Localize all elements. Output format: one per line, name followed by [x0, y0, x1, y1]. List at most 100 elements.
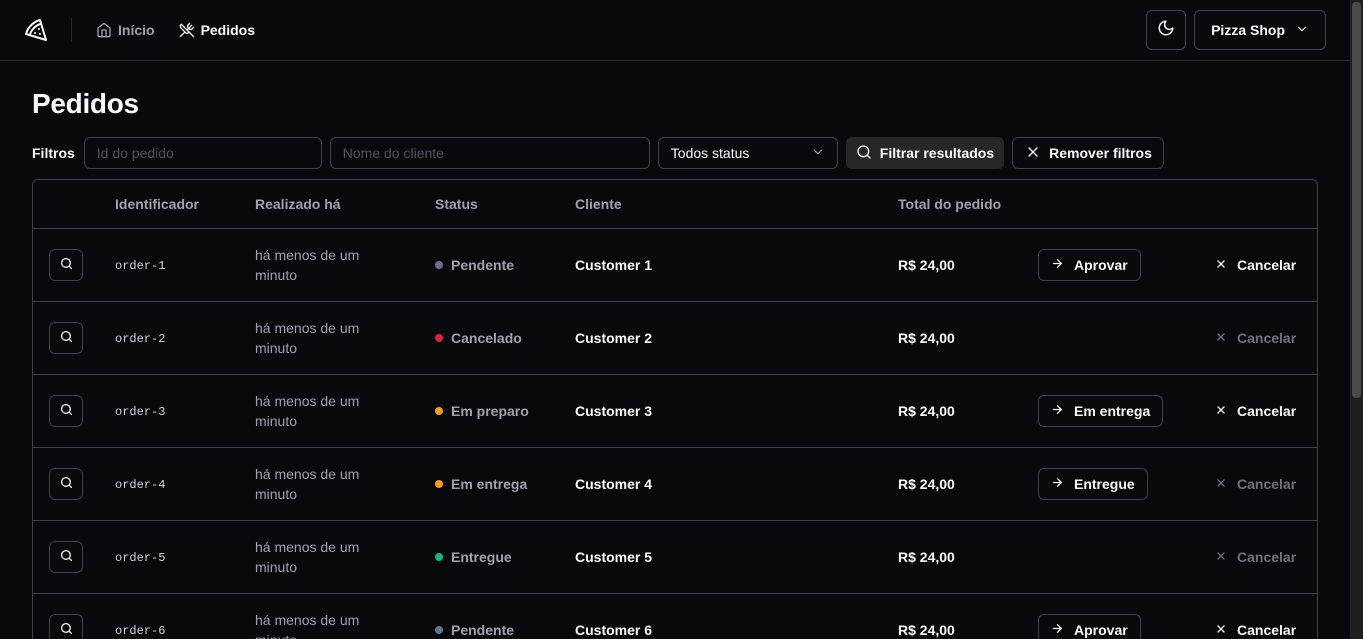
nav-link-pedidos[interactable]: Pedidos	[179, 22, 255, 38]
close-icon	[1215, 330, 1227, 346]
status-dot	[435, 260, 443, 269]
search-icon	[60, 330, 73, 346]
filter-results-button[interactable]: Filtrar resultados	[845, 137, 1005, 169]
advance-order-label: Aprovar	[1074, 256, 1128, 273]
order-details-button[interactable]	[49, 540, 83, 573]
order-total: R$ 24,00	[898, 621, 955, 638]
shop-name: Pizza Shop	[1211, 22, 1285, 38]
orders-table-container: Identificador Realizado há Status Client…	[32, 179, 1318, 639]
advance-order-button[interactable]: Aprovar	[1038, 248, 1141, 281]
order-id-input[interactable]	[83, 137, 322, 169]
customer-name: Customer 3	[575, 402, 653, 419]
order-total: R$ 24,00	[898, 548, 955, 565]
header-total: Total do pedido	[898, 195, 1002, 212]
search-icon	[60, 257, 73, 273]
order-time: há menos de um minuto	[255, 392, 360, 429]
header-identifier: Identificador	[115, 195, 200, 212]
close-icon	[1215, 476, 1227, 492]
order-details-button[interactable]	[49, 248, 83, 281]
clear-filters-button[interactable]: Remover filtros	[1012, 137, 1164, 169]
status-label: Pendente	[451, 256, 515, 273]
clear-filters-label: Remover filtros	[1049, 145, 1152, 161]
advance-order-label: Entregue	[1074, 475, 1135, 492]
order-details-button[interactable]	[49, 613, 83, 639]
search-icon	[60, 622, 73, 638]
table-header-row: Identificador Realizado há Status Client…	[33, 180, 1317, 228]
table-row: order-1 há menos de um minuto Pendente Cust…	[33, 228, 1317, 301]
page-scrollbar[interactable]	[1350, 0, 1363, 639]
advance-order-label: Em entrega	[1074, 402, 1151, 419]
main-nav: Início Pedidos	[96, 22, 255, 38]
table-row: order-4 há menos de um minuto Em entrega Cu…	[33, 447, 1317, 520]
cancel-order-label: Cancelar	[1237, 475, 1297, 492]
orders-table-body: order-1 há menos de um minuto Pendente Cust…	[33, 228, 1317, 639]
header-status: Status	[435, 195, 478, 212]
cancel-order-button[interactable]: Cancelar	[1215, 257, 1296, 273]
order-id: order-1	[115, 259, 166, 273]
order-status: Pendente	[435, 257, 575, 273]
nav-link-inicio[interactable]: Início	[96, 22, 155, 38]
status-select[interactable]: Todos status	[657, 137, 838, 169]
filters-label: Filtros	[32, 145, 75, 161]
shop-menu-button[interactable]: Pizza Shop	[1194, 10, 1326, 50]
status-label: Em entrega	[451, 475, 528, 492]
advance-order-button[interactable]: Aprovar	[1038, 613, 1141, 639]
advance-order-button[interactable]: Entregue	[1038, 467, 1148, 500]
cancel-order-label: Cancelar	[1237, 256, 1297, 273]
order-time: há menos de um minuto	[255, 611, 360, 639]
cancel-order-label: Cancelar	[1237, 548, 1297, 565]
status-label: Entregue	[451, 548, 512, 565]
cancel-order-label: Cancelar	[1237, 329, 1297, 346]
top-header: Início Pedidos Pizza Shop	[0, 0, 1350, 61]
status-dot	[435, 625, 443, 634]
order-id: order-5	[115, 551, 166, 565]
moon-icon	[1157, 19, 1175, 42]
table-row: order-5 há menos de um minuto Entregue Cust…	[33, 520, 1317, 593]
search-icon	[856, 144, 872, 163]
close-icon	[1215, 622, 1227, 638]
search-icon	[60, 549, 73, 565]
order-status: Em preparo	[435, 403, 575, 419]
customer-name: Customer 5	[575, 548, 653, 565]
scrollbar-thumb[interactable]	[1352, 2, 1361, 398]
order-status: Entregue	[435, 549, 575, 565]
cancel-order-button[interactable]: Cancelar	[1215, 549, 1296, 565]
filters-bar: Filtros Todos status Filtrar resultados	[32, 137, 1318, 169]
theme-toggle-button[interactable]	[1146, 10, 1187, 50]
table-row: order-2 há menos de um minuto Cancelado Cus…	[33, 301, 1317, 374]
main-content: Pedidos Filtros Todos status Filtrar res…	[32, 61, 1318, 639]
cancel-order-button[interactable]: Cancelar	[1215, 403, 1296, 419]
nav-label-pedidos: Pedidos	[200, 22, 256, 38]
cancel-order-button[interactable]: Cancelar	[1215, 622, 1296, 638]
order-status: Pendente	[435, 622, 575, 638]
cancel-order-button[interactable]: Cancelar	[1215, 476, 1296, 492]
cancel-order-label: Cancelar	[1237, 402, 1297, 419]
filter-results-label: Filtrar resultados	[879, 145, 995, 161]
close-icon	[1025, 144, 1041, 163]
order-details-button[interactable]	[49, 394, 83, 427]
customer-name-input[interactable]	[329, 137, 650, 169]
search-icon	[60, 403, 73, 419]
arrow-right-icon	[1051, 403, 1064, 419]
chevron-down-icon	[1295, 22, 1309, 39]
header-separator	[71, 18, 72, 42]
customer-name: Customer 6	[575, 621, 653, 638]
order-total: R$ 24,00	[898, 475, 955, 492]
close-icon	[1215, 549, 1227, 565]
arrow-right-icon	[1051, 257, 1064, 273]
order-time: há menos de um minuto	[255, 465, 360, 502]
order-details-button[interactable]	[49, 467, 83, 500]
advance-order-button[interactable]: Em entrega	[1038, 394, 1164, 427]
status-label: Pendente	[451, 621, 515, 638]
header-customer: Cliente	[575, 195, 622, 212]
search-icon	[60, 476, 73, 492]
order-status: Cancelado	[435, 330, 575, 346]
close-icon	[1215, 257, 1227, 273]
customer-name: Customer 1	[575, 256, 653, 273]
customer-name: Customer 2	[575, 329, 653, 346]
pizza-logo-icon	[24, 18, 48, 42]
order-details-button[interactable]	[49, 321, 83, 354]
cancel-order-button[interactable]: Cancelar	[1215, 330, 1296, 346]
order-time: há menos de um minuto	[255, 246, 360, 283]
home-icon	[96, 22, 112, 38]
